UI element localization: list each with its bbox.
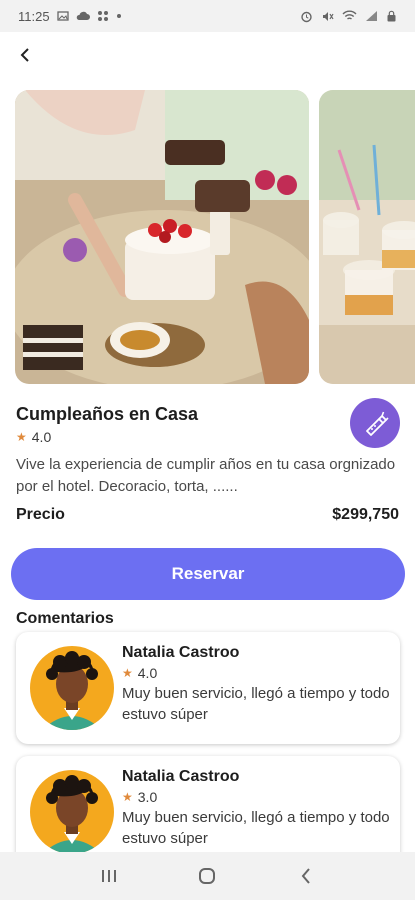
event-title: Cumpleaños en Casa xyxy=(16,404,199,424)
star-icon: ★ xyxy=(122,790,133,804)
comment-body: Natalia Castroo ★ 3.0 Muy buen servicio,… xyxy=(122,768,390,849)
home-icon xyxy=(199,868,216,884)
home-button[interactable] xyxy=(187,856,227,896)
dessert-cups-photo[interactable] xyxy=(319,90,415,384)
category-badge[interactable] xyxy=(350,398,400,448)
status-left: 11:25 xyxy=(18,9,122,24)
price-label: Precio xyxy=(16,506,65,523)
recent-apps-button[interactable] xyxy=(89,856,129,896)
commenter-name: Natalia Castroo xyxy=(122,644,240,661)
event-header: Cumpleaños en Casa ★ 4.0 xyxy=(16,404,399,445)
wifi-icon xyxy=(342,10,357,20)
mute-icon xyxy=(323,11,334,21)
avatar xyxy=(30,770,114,854)
status-bar: 11:25 xyxy=(0,0,415,32)
star-icon: ★ xyxy=(122,666,133,680)
price-value: $299,750 xyxy=(332,506,399,523)
comment-text: Muy buen servicio, llegó a tiempo y todo… xyxy=(122,809,390,847)
comment-rating-value: 3.0 xyxy=(137,789,158,805)
comment-card: Natalia Castroo ★ 4.0 Muy buen servicio,… xyxy=(16,632,400,744)
comment-rating: ★ 3.0 xyxy=(122,789,390,805)
comments-title: Comentarios xyxy=(16,610,114,627)
event-rating-value: 4.0 xyxy=(31,429,52,445)
party-popper-icon xyxy=(366,411,389,436)
birthday-cake-table-photo[interactable] xyxy=(15,90,309,384)
comment-rating-value: 4.0 xyxy=(137,665,158,681)
status-right xyxy=(300,10,397,23)
avatar xyxy=(30,646,114,730)
grid-icon xyxy=(97,11,108,21)
image-icon xyxy=(56,11,69,21)
alarm-icon xyxy=(301,11,312,22)
star-icon: ★ xyxy=(16,430,27,444)
recent-apps-icon xyxy=(102,870,117,882)
status-time: 11:25 xyxy=(18,8,50,24)
back-arrow-icon xyxy=(301,868,310,884)
system-nav-bar xyxy=(0,852,415,900)
event-rating: ★ 4.0 xyxy=(16,429,399,445)
lock-icon xyxy=(387,10,396,22)
price-row: Precio $299,750 xyxy=(16,506,399,524)
system-back-button[interactable] xyxy=(286,856,326,896)
photo-gallery[interactable] xyxy=(15,90,415,384)
event-description: Vive la experiencia de cumplir años en t… xyxy=(16,456,396,495)
chevron-left-icon xyxy=(20,48,29,62)
cloud-icon xyxy=(76,11,90,20)
signal-icon xyxy=(366,11,377,21)
back-button[interactable] xyxy=(10,40,40,70)
comment-rating: ★ 4.0 xyxy=(122,665,390,681)
comment-text: Muy buen servicio, llegó a tiempo y todo… xyxy=(122,685,390,723)
dot-icon xyxy=(116,14,121,18)
reserve-button[interactable]: Reservar xyxy=(11,548,405,600)
comment-body: Natalia Castroo ★ 4.0 Muy buen servicio,… xyxy=(122,644,390,725)
commenter-name: Natalia Castroo xyxy=(122,768,240,785)
